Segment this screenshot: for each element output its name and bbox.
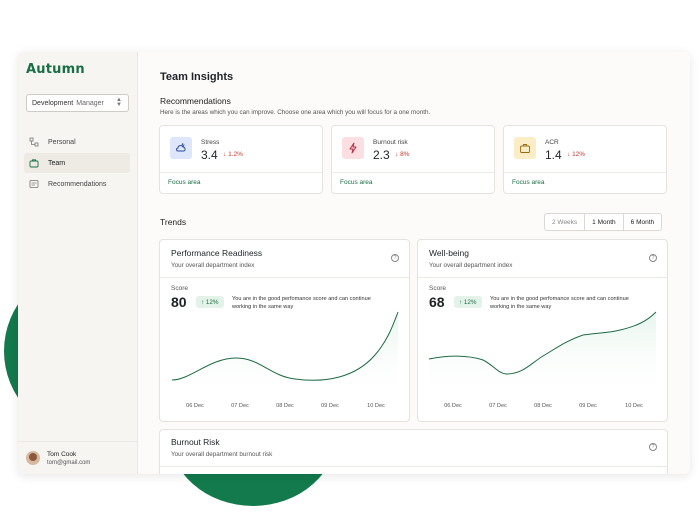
recommendations-title: Recommendations [160, 96, 231, 106]
recommendations-subtitle: Here is the areas which you can improve.… [160, 109, 431, 116]
score-delta-value: 12% [463, 298, 477, 306]
department-role: Manager [76, 99, 104, 107]
sidebar-item-label: Team [48, 159, 66, 167]
focus-area-link[interactable]: Focus area [512, 179, 545, 186]
recommendation-label: Stress [201, 139, 220, 146]
x-tick-label: 09 Dec [321, 403, 339, 409]
score-value: 80 [171, 294, 187, 310]
briefcase-icon [29, 158, 39, 168]
range-2-weeks-button[interactable]: 2 Weeks [545, 214, 586, 230]
avatar [26, 451, 40, 465]
chart-title: Performance Readiness [171, 248, 263, 258]
recommendation-delta: ↓ 12% [567, 151, 585, 158]
score-delta-badge: ↑ 12% [454, 296, 482, 308]
recommendation-value: 2.3 [373, 148, 390, 162]
user-info: Tom Cook tom@gmail.com [47, 450, 90, 467]
recommendation-card-burnout[interactable]: Burnout risk 2.3 ↓ 8% Focus area [331, 125, 495, 194]
lightning-icon [342, 137, 364, 159]
x-tick-label: 07 Dec [231, 403, 249, 409]
help-icon[interactable]: ? [649, 254, 657, 262]
chart-title: Burnout Risk [171, 437, 220, 447]
range-6-month-button[interactable]: 6 Month [624, 214, 661, 230]
score-value: 68 [429, 294, 445, 310]
score-note: You are in the good perfomance score and… [232, 296, 371, 310]
x-tick-label: 10 Dec [367, 403, 385, 409]
sidebar-item-team[interactable]: Team [24, 153, 130, 173]
sidebar-item-recommendations[interactable]: Recommendations [24, 174, 130, 194]
divider [418, 277, 667, 278]
chevron-up-down-icon: ▲ ▼ [116, 97, 122, 108]
user-profile[interactable]: Tom Cook tom@gmail.com [18, 441, 137, 474]
app-window: Autumn Development Manager ▲▼ Personal [18, 52, 690, 474]
focus-area-link[interactable]: Focus area [340, 179, 373, 186]
user-email: tom@gmail.com [47, 459, 91, 466]
recommendation-label: Burnout risk [373, 139, 408, 146]
score-note: You are in the good perfomance score and… [490, 296, 629, 310]
recommendation-card-stress[interactable]: Stress 3.4 ↓ 1.2% Focus area [159, 125, 323, 194]
score-label: Score [429, 285, 446, 292]
help-icon[interactable]: ? [391, 254, 399, 262]
stage: Autumn Development Manager ▲▼ Personal [0, 0, 700, 525]
performance-readiness-card: Performance Readiness Your overall depar… [159, 239, 410, 422]
chart-subtitle: Your overall department burnout risk [171, 451, 273, 458]
recommendation-delta: ↓ 1.2% [223, 151, 243, 158]
x-tick-label: 07 Dec [489, 403, 507, 409]
trends-title: Trends [160, 217, 187, 227]
performance-area [172, 312, 398, 400]
chart-subtitle: Your overall department index [429, 262, 513, 269]
x-tick-label: 10 Dec [625, 403, 643, 409]
divider [504, 172, 666, 173]
page-title: Team Insights [160, 71, 234, 83]
recommendation-delta-value: 12% [572, 151, 586, 158]
chart-subtitle: Your overall department index [171, 262, 255, 269]
sidebar-item-label: Recommendations [48, 180, 107, 188]
sidebar-item-label: Personal [48, 138, 76, 146]
x-tick-label: 08 Dec [534, 403, 552, 409]
sidebar: Autumn Development Manager ▲▼ Personal [18, 52, 138, 474]
recommendation-delta-value: 8% [400, 151, 410, 158]
stress-icon [170, 137, 192, 159]
x-tick-label: 06 Dec [186, 403, 204, 409]
burnout-risk-card: Burnout Risk Your overall department bur… [159, 429, 668, 474]
briefcase-icon [514, 137, 536, 159]
x-tick-label: 06 Dec [444, 403, 462, 409]
chart-title: Well-being [429, 248, 470, 258]
focus-area-link[interactable]: Focus area [168, 179, 201, 186]
user-name: Tom Cook [47, 450, 77, 458]
recommendation-delta-value: 1.2% [228, 151, 243, 158]
divider [160, 172, 322, 173]
well-being-card: Well-being Your overall department index… [417, 239, 668, 422]
recommendation-card-acr[interactable]: ACR 1.4 ↓ 12% Focus area [503, 125, 667, 194]
department-select[interactable]: Development Manager ▲ ▼ [26, 94, 129, 112]
department-name: Development [32, 99, 74, 107]
recommendation-value: 1.4 [545, 148, 562, 162]
divider [332, 172, 494, 173]
time-range-toggle: 2 Weeks 1 Month 6 Month [544, 213, 663, 231]
sidebar-nav: Personal Team Recommendations [24, 132, 130, 195]
recommendation-delta: ↓ 8% [395, 151, 409, 158]
sidebar-item-personal[interactable]: Personal [24, 132, 130, 152]
app-logo[interactable]: Autumn [26, 62, 85, 77]
x-tick-label: 08 Dec [276, 403, 294, 409]
recommendation-label: ACR [545, 139, 559, 146]
divider [160, 277, 409, 278]
score-delta-value: 12% [205, 298, 219, 306]
recommendation-value: 3.4 [201, 148, 218, 162]
x-tick-label: 09 Dec [579, 403, 597, 409]
main-content: Team Insights Recommendations Here is th… [138, 52, 690, 474]
range-1-month-button[interactable]: 1 Month [585, 214, 624, 230]
score-delta-badge: ↑ 12% [196, 296, 224, 308]
score-label: Score [171, 285, 188, 292]
help-icon[interactable]: ? [649, 443, 657, 451]
divider [160, 466, 667, 467]
org-chart-icon [29, 137, 39, 147]
document-icon [29, 179, 39, 189]
